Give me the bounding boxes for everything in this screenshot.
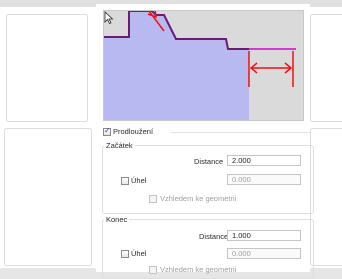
zacatek-distance-label: Distance — [194, 157, 224, 166]
konec-uhel-checkbox[interactable] — [121, 250, 129, 258]
zacatek-uhel-input[interactable] — [227, 174, 301, 185]
prodlouzeni-label: Prodloužení — [113, 127, 154, 136]
left-panel-bottom — [4, 128, 92, 266]
extension-preview — [103, 10, 304, 121]
konec-title: Konec — [104, 215, 130, 224]
mouse-pointer-icon — [104, 11, 114, 25]
zacatek-uhel-label: Úhel — [131, 176, 147, 185]
prodlouzeni-divider — [170, 132, 310, 133]
preview-drawing — [104, 11, 296, 120]
zacatek-vzhledem-label: Vzhledem ke geometrii — [160, 194, 237, 203]
konec-distance-input[interactable] — [227, 230, 301, 241]
konec-vzhledem-checkbox[interactable] — [149, 266, 157, 274]
right-panel-bottom — [310, 128, 342, 266]
konec-vzhledem-label: Vzhledem ke geometrii — [160, 265, 237, 274]
zacatek-title: Začátek — [104, 141, 135, 150]
zacatek-vzhledem-checkbox[interactable] — [149, 195, 157, 203]
zacatek-uhel-checkbox[interactable] — [121, 177, 129, 185]
left-panel-top — [6, 14, 88, 122]
konec-distance-label: Distance — [199, 232, 229, 241]
konec-uhel-label: Úhel — [131, 249, 147, 258]
konec-uhel-input[interactable] — [227, 248, 301, 259]
part-body — [104, 11, 249, 120]
right-panel-top — [310, 14, 342, 122]
zacatek-distance-input[interactable] — [227, 155, 301, 166]
prodlouzeni-checkbox[interactable] — [103, 126, 111, 136]
